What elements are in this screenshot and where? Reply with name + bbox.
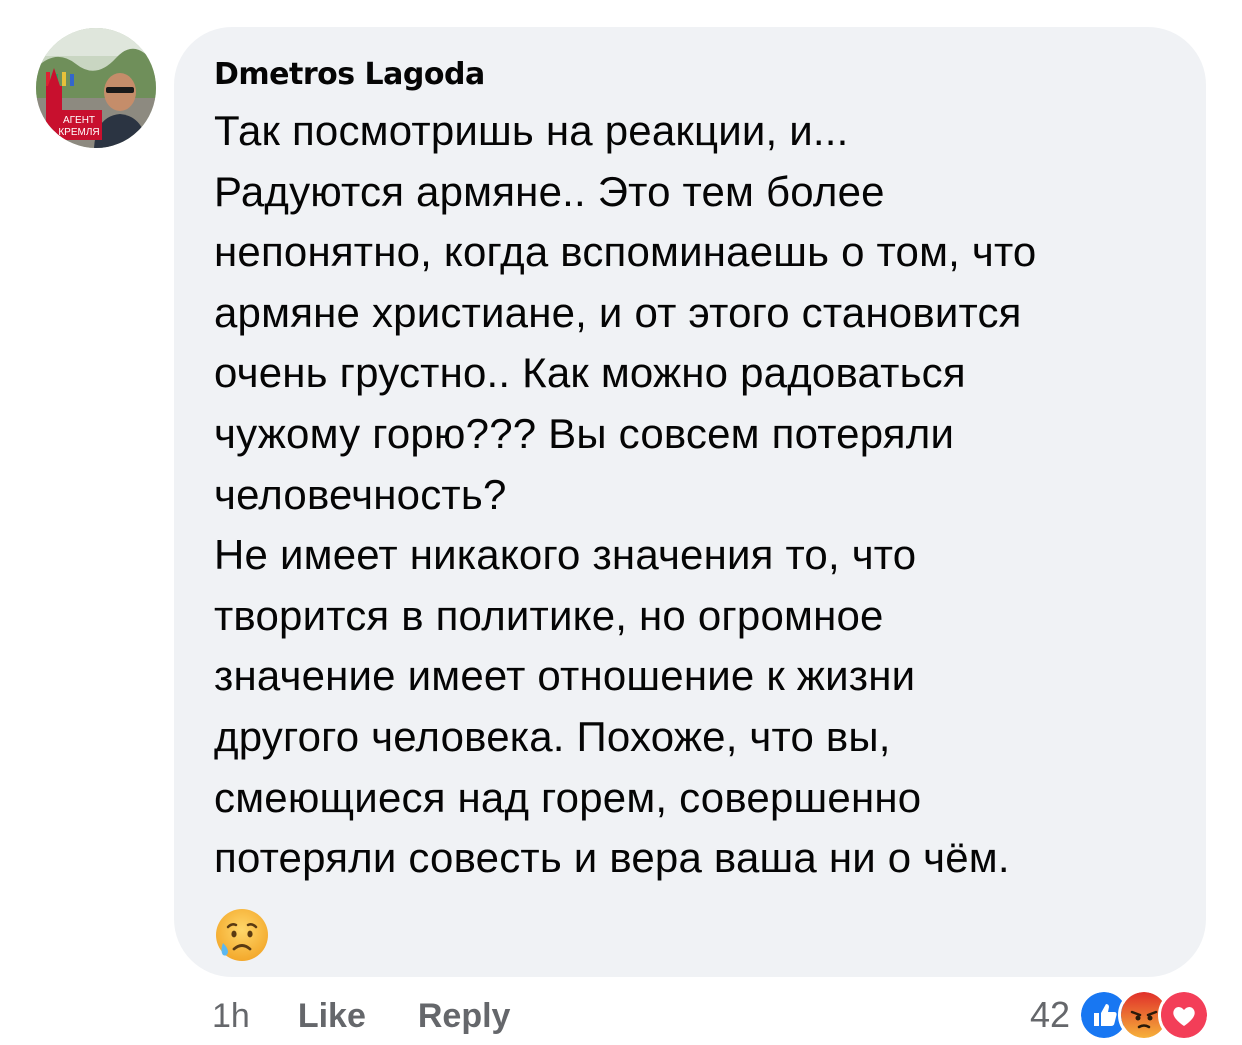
like-button[interactable]: Like <box>298 997 366 1036</box>
avatar-badge-line2: КРЕМЛЯ <box>58 127 99 138</box>
comment-line: непонятно, когда вспоминаешь о том, что <box>214 228 1037 276</box>
avatar-photo: АГЕНТ КРЕМЛЯ <box>36 28 156 148</box>
reaction-count: 42 <box>1029 994 1070 1035</box>
reactions-summary[interactable]: 42 <box>1029 989 1210 1041</box>
comment-actions: 1h Like Reply <box>212 994 510 1038</box>
avatar[interactable]: АГЕНТ КРЕМЛЯ <box>36 28 156 148</box>
comment-line: потеряли совесть и вера ваша ни о чём. <box>214 834 1010 882</box>
comment-timestamp[interactable]: 1h <box>212 997 250 1036</box>
comment-line: Радуются армяне.. Это тем более <box>214 167 885 215</box>
comment-line: чужому горю??? Вы совсем потеряли <box>214 409 955 457</box>
comment-line: другого человека. Похоже, что вы, <box>214 712 891 760</box>
comment-line: Так посмотришь на реакции, и... <box>214 107 849 154</box>
love-reaction-icon <box>1158 989 1210 1041</box>
comment-line: творится в политике, но огромное <box>214 591 884 639</box>
reaction-icons <box>1078 989 1210 1041</box>
comment-bubble: Dmetros Lagoda Так посмотришь на реакции… <box>174 27 1206 977</box>
comment-author[interactable]: Dmetros Lagoda <box>214 55 1170 95</box>
comment-line: очень грустно.. Как можно радоваться <box>214 349 966 397</box>
avatar-badge-line1: АГЕНТ <box>63 115 95 126</box>
comment-line: человечность? <box>214 470 507 518</box>
reply-button[interactable]: Reply <box>418 997 511 1036</box>
comment-text: Так посмотришь на реакции, и... Радуются… <box>214 101 1170 889</box>
comment-line: армяне христиане, и от этого становится <box>214 288 1022 336</box>
comment-line: значение имеет отношение к жизни <box>214 652 916 700</box>
sad-tear-face-icon <box>216 908 268 961</box>
comment-line: смеющиеся над горем, совершенно <box>214 773 922 821</box>
comment-line: Не имеет никакого значения то, что <box>214 531 917 579</box>
